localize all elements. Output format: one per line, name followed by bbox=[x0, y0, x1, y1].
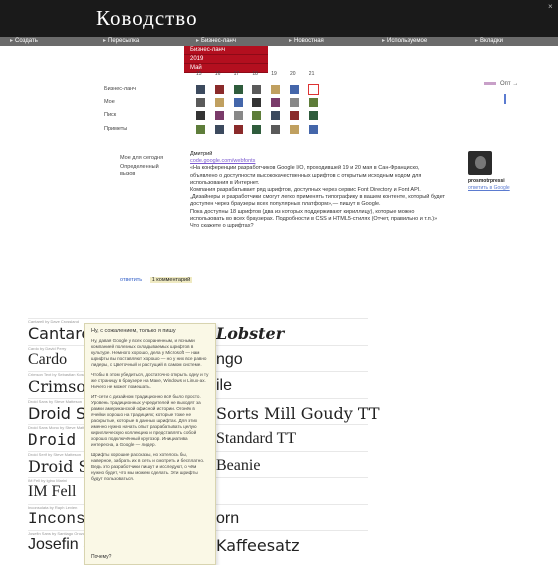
story-paragraph: Компания разрабатывает ряд шрифтов, дост… bbox=[190, 187, 446, 208]
slider-icon bbox=[484, 81, 496, 85]
nav-item-forward[interactable]: ▸ Пересылка bbox=[93, 37, 186, 46]
arrow-icon: ▸ bbox=[196, 38, 200, 44]
comment-popup: Ну, с сожалением, только я пишу Ну, дава… bbox=[84, 323, 216, 565]
arrow-icon: ▸ bbox=[289, 38, 293, 44]
thumbnail-icon[interactable] bbox=[214, 85, 224, 94]
font-sample-right[interactable]: orn bbox=[216, 510, 239, 528]
thumbnail-icon[interactable] bbox=[307, 84, 319, 95]
font-sample-right[interactable]: Standard TT bbox=[216, 430, 296, 448]
avatar-face-icon bbox=[475, 156, 486, 169]
dropdown-item[interactable]: 2019 bbox=[184, 55, 268, 64]
thumbnail-icon[interactable] bbox=[252, 85, 262, 94]
thumbnail-icon[interactable] bbox=[271, 125, 281, 134]
thumbnail-icon[interactable] bbox=[271, 98, 281, 107]
thumbnail-icon[interactable] bbox=[233, 125, 243, 134]
nav-dropdown: Бизнес-ланч 2019 Май bbox=[184, 46, 268, 73]
thumbnail-icon[interactable] bbox=[290, 125, 299, 134]
thumbnail-icon[interactable] bbox=[233, 85, 243, 94]
arrow-icon: ▸ bbox=[103, 38, 107, 44]
thumbnail-icon[interactable] bbox=[252, 98, 262, 107]
site-logo[interactable]: Ководство bbox=[96, 6, 198, 31]
meta-label: вызов bbox=[120, 171, 136, 177]
nav-item-news[interactable]: ▸ Новостная bbox=[279, 37, 372, 46]
popup-paragraph: Чтобы в этом убедиться, достаточно откры… bbox=[91, 372, 209, 389]
nav-item-create[interactable]: ▸ Создать bbox=[0, 37, 93, 46]
thumbnail-icon[interactable] bbox=[196, 125, 205, 134]
view-controls[interactable]: Опт → bbox=[484, 81, 518, 87]
popup-paragraph: ИТ-сети с дизайном традиционно всё было … bbox=[91, 394, 201, 447]
font-sample-right[interactable]: ngo bbox=[216, 351, 243, 369]
font-sample-right[interactable]: Lobster bbox=[216, 324, 284, 343]
arrow-icon: ▸ bbox=[10, 38, 14, 44]
popup-body: Ну, давая Google у всех сохраненным, и я… bbox=[91, 338, 209, 486]
thumbnail-icon[interactable] bbox=[271, 111, 281, 120]
day-column-header[interactable]: 21 bbox=[309, 71, 315, 77]
avatar-link[interactable]: ответить в Google bbox=[468, 185, 510, 191]
nav-item-tabs[interactable]: ▸ Вкладки bbox=[465, 37, 558, 46]
comments-tag[interactable]: 1 комментарий bbox=[149, 277, 193, 283]
arrow-icon: ▸ bbox=[475, 38, 479, 44]
story-actions: ответить 1 комментарий bbox=[120, 277, 193, 283]
thumbnail-icon[interactable] bbox=[290, 111, 299, 120]
thumbnail-icon[interactable] bbox=[290, 98, 299, 107]
thumbnail-icon[interactable] bbox=[308, 111, 318, 120]
day-column-header[interactable]: 18 bbox=[252, 71, 258, 77]
thumbnail-icon[interactable] bbox=[252, 111, 262, 120]
thumbnail-icon[interactable] bbox=[308, 98, 318, 107]
story-question: Что скажете о шрифтах? bbox=[190, 223, 254, 230]
thumbnail-icon[interactable] bbox=[252, 125, 262, 134]
meta-label: Мое для сегодня bbox=[120, 155, 164, 161]
thumbnail-icon[interactable] bbox=[308, 125, 318, 134]
day-column-header[interactable]: 17 bbox=[234, 71, 240, 77]
thumbnail-icon[interactable] bbox=[233, 111, 243, 120]
dropdown-item[interactable]: Бизнес-ланч bbox=[184, 46, 268, 55]
font-sample-right[interactable]: Sorts Mill Goudy TT bbox=[216, 404, 380, 423]
thumbnail-icon[interactable] bbox=[214, 98, 224, 107]
day-column-header[interactable]: 19 bbox=[271, 71, 277, 77]
reply-link[interactable]: ответить bbox=[120, 277, 142, 283]
meta-label: Определенный bbox=[120, 164, 159, 170]
day-column-header[interactable]: 20 bbox=[290, 71, 296, 77]
popup-title: Ну, с сожалением, только я пишу bbox=[91, 328, 176, 334]
thumbnail-icon[interactable] bbox=[214, 125, 224, 134]
row-label: Приметы bbox=[104, 126, 128, 132]
main-nav: ▸ Создать ▸ Пересылка ▸ Бизнес-ланч ▸ Новост… bbox=[0, 37, 558, 46]
font-sample-right[interactable]: Beanie bbox=[216, 457, 260, 475]
close-icon[interactable]: × bbox=[548, 2, 553, 11]
arrow-icon: ▸ bbox=[382, 38, 386, 44]
row-label: Бизнес-ланч bbox=[104, 86, 137, 92]
nav-item-used[interactable]: ▸ Используемое bbox=[372, 37, 465, 46]
font-sample-right[interactable]: ile bbox=[216, 377, 232, 395]
thumbnail-icon[interactable] bbox=[196, 111, 205, 120]
thumbnail-icon[interactable] bbox=[233, 98, 243, 107]
thumbnail-icon[interactable] bbox=[196, 98, 205, 107]
font-sample[interactable]: Cardo bbox=[28, 351, 67, 369]
row-label: Мое bbox=[104, 99, 115, 105]
popup-paragraph: Ну, давая Google у всех сохраненным, и я… bbox=[91, 338, 207, 367]
font-sample[interactable]: IM Fell bbox=[28, 483, 76, 501]
avatar-name[interactable]: prosmotrpressi bbox=[468, 178, 505, 184]
font-sample-right[interactable]: Kaffeesatz bbox=[216, 536, 300, 555]
popup-paragraph: Шрифты хорошие рассказы, но хотелось бы,… bbox=[91, 452, 205, 481]
thumbnail-icon[interactable] bbox=[196, 85, 205, 94]
marker-icon bbox=[504, 94, 506, 104]
story-paragraph: «На конференции разработчиков Google I/O… bbox=[190, 165, 422, 186]
nav-item-business-lunch[interactable]: ▸ Бизнес-ланч bbox=[186, 37, 279, 46]
day-column-header[interactable]: 16 bbox=[215, 71, 221, 77]
day-column-header[interactable]: 15 bbox=[196, 71, 202, 77]
top-bar bbox=[0, 0, 558, 37]
thumbnail-icon[interactable] bbox=[290, 85, 299, 94]
popup-footer: Почему? bbox=[91, 554, 112, 560]
thumbnail-icon[interactable] bbox=[214, 111, 224, 120]
row-label: Писк bbox=[104, 112, 117, 118]
thumbnail-icon[interactable] bbox=[271, 85, 281, 94]
story-paragraph: Пока доступны 18 шрифтов (два из которых… bbox=[190, 208, 438, 222]
story-author[interactable]: Дмитрий bbox=[190, 151, 446, 158]
story-body: Дмитрий code.google.com/webfonts «На кон… bbox=[190, 151, 446, 230]
